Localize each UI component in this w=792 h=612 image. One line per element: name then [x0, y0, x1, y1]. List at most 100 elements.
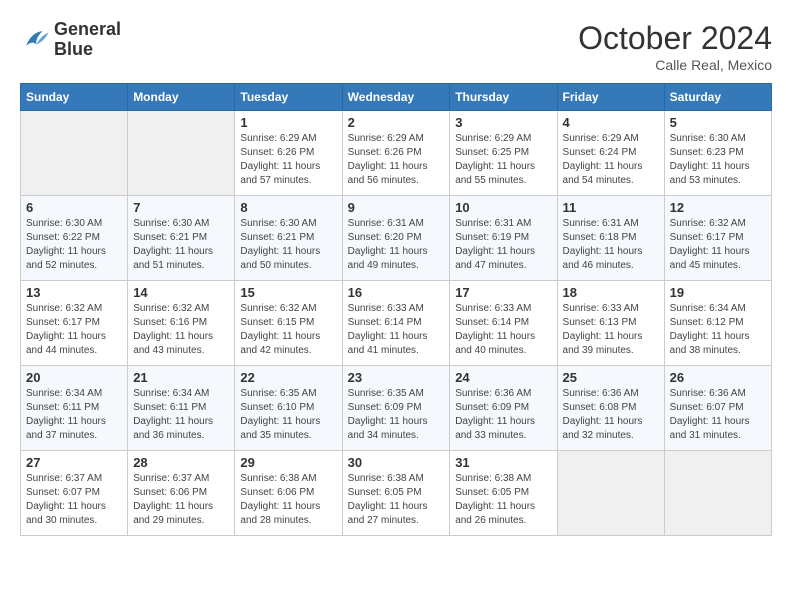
day-info: Sunrise: 6:32 AMSunset: 6:17 PMDaylight:…: [26, 302, 122, 358]
day-number: 26: [670, 370, 766, 385]
day-info: Sunrise: 6:31 AMSunset: 6:19 PMDaylight:…: [455, 217, 551, 273]
day-number: 28: [133, 455, 229, 470]
calendar-cell: 28 Sunrise: 6:37 AMSunset: 6:06 PMDayligh…: [128, 451, 235, 536]
day-info: Sunrise: 6:30 AMSunset: 6:21 PMDaylight:…: [133, 217, 229, 273]
day-number: 20: [26, 370, 122, 385]
weekday-header: Wednesday: [342, 84, 450, 111]
weekday-header: Monday: [128, 84, 235, 111]
calendar-cell: 31Sunrise: 6:38 AMSunset: 6:05 PMDayligh…: [450, 451, 557, 536]
calendar-cell: 5 Sunrise: 6:30 AMSunset: 6:23 PMDaylight…: [664, 111, 771, 196]
calendar-cell: [128, 111, 235, 196]
calendar-cell: 3 Sunrise: 6:29 AMSunset: 6:25 PMDaylight…: [450, 111, 557, 196]
logo-text: General Blue: [54, 20, 121, 60]
day-info: Sunrise: 6:32 AMSunset: 6:15 PMDaylight:…: [240, 302, 336, 358]
day-info: Sunrise: 6:34 AMSunset: 6:11 PMDaylight:…: [26, 387, 122, 443]
day-info: Sunrise: 6:29 AMSunset: 6:24 PMDaylight:…: [563, 132, 659, 188]
calendar-cell: 29 Sunrise: 6:38 AMSunset: 6:06 PMDayligh…: [235, 451, 342, 536]
day-info: Sunrise: 6:36 AMSunset: 6:08 PMDaylight:…: [563, 387, 659, 443]
day-info: Sunrise: 6:29 AMSunset: 6:25 PMDaylight:…: [455, 132, 551, 188]
weekday-header: Friday: [557, 84, 664, 111]
calendar-cell: 27 Sunrise: 6:37 AMSunset: 6:07 PMDayligh…: [21, 451, 128, 536]
day-info: Sunrise: 6:33 AMSunset: 6:14 PMDaylight:…: [455, 302, 551, 358]
calendar-cell: 30 Sunrise: 6:38 AMSunset: 6:05 PMDayligh…: [342, 451, 450, 536]
calendar-cell: [557, 451, 664, 536]
day-number: 14: [133, 285, 229, 300]
weekday-header: Sunday: [21, 84, 128, 111]
title-block: October 2024 Calle Real, Mexico: [578, 20, 772, 73]
calendar-cell: 2Sunrise: 6:29 AMSunset: 6:26 PMDaylight…: [342, 111, 450, 196]
calendar-cell: 18 Sunrise: 6:33 AMSunset: 6:13 PMDayligh…: [557, 281, 664, 366]
day-info: Sunrise: 6:33 AMSunset: 6:13 PMDaylight:…: [563, 302, 659, 358]
day-number: 27: [26, 455, 122, 470]
day-info: Sunrise: 6:31 AMSunset: 6:18 PMDaylight:…: [563, 217, 659, 273]
calendar-cell: 24 Sunrise: 6:36 AMSunset: 6:09 PMDayligh…: [450, 366, 557, 451]
calendar-cell: 12 Sunrise: 6:32 AMSunset: 6:17 PMDayligh…: [664, 196, 771, 281]
logo-line1: General: [54, 20, 121, 40]
day-info: Sunrise: 6:36 AMSunset: 6:07 PMDaylight:…: [670, 387, 766, 443]
weekday-header: Saturday: [664, 84, 771, 111]
logo: General Blue: [20, 20, 121, 60]
day-info: Sunrise: 6:37 AMSunset: 6:06 PMDaylight:…: [133, 472, 229, 528]
location-subtitle: Calle Real, Mexico: [578, 57, 772, 73]
day-info: Sunrise: 6:38 AMSunset: 6:06 PMDaylight:…: [240, 472, 336, 528]
calendar-cell: 25 Sunrise: 6:36 AMSunset: 6:08 PMDayligh…: [557, 366, 664, 451]
day-info: Sunrise: 6:32 AMSunset: 6:17 PMDaylight:…: [670, 217, 766, 273]
calendar-cell: 22 Sunrise: 6:35 AMSunset: 6:10 PMDayligh…: [235, 366, 342, 451]
day-info: Sunrise: 6:31 AMSunset: 6:20 PMDaylight:…: [348, 217, 445, 273]
calendar-table: SundayMondayTuesdayWednesdayThursdayFrid…: [20, 83, 772, 536]
day-info: Sunrise: 6:38 AMSunset: 6:05 PMDaylight:…: [348, 472, 445, 528]
day-info: Sunrise: 6:30 AMSunset: 6:22 PMDaylight:…: [26, 217, 122, 273]
calendar-week-row: 6 Sunrise: 6:30 AMSunset: 6:22 PMDaylight…: [21, 196, 772, 281]
calendar-cell: 11Sunrise: 6:31 AMSunset: 6:18 PMDayligh…: [557, 196, 664, 281]
day-number: 6: [26, 200, 122, 215]
day-info: Sunrise: 6:32 AMSunset: 6:16 PMDaylight:…: [133, 302, 229, 358]
day-number: 10: [455, 200, 551, 215]
day-number: 9: [348, 200, 445, 215]
calendar-cell: 14 Sunrise: 6:32 AMSunset: 6:16 PMDayligh…: [128, 281, 235, 366]
day-info: Sunrise: 6:36 AMSunset: 6:09 PMDaylight:…: [455, 387, 551, 443]
day-info: Sunrise: 6:35 AMSunset: 6:10 PMDaylight:…: [240, 387, 336, 443]
day-number: 25: [563, 370, 659, 385]
day-number: 4: [563, 115, 659, 130]
day-number: 29: [240, 455, 336, 470]
day-number: 30: [348, 455, 445, 470]
day-info: Sunrise: 6:37 AMSunset: 6:07 PMDaylight:…: [26, 472, 122, 528]
calendar-cell: 16Sunrise: 6:33 AMSunset: 6:14 PMDayligh…: [342, 281, 450, 366]
calendar-week-row: 1Sunrise: 6:29 AMSunset: 6:26 PMDaylight…: [21, 111, 772, 196]
calendar-cell: 4 Sunrise: 6:29 AMSunset: 6:24 PMDaylight…: [557, 111, 664, 196]
day-number: 19: [670, 285, 766, 300]
day-info: Sunrise: 6:34 AMSunset: 6:12 PMDaylight:…: [670, 302, 766, 358]
day-number: 31: [455, 455, 551, 470]
day-info: Sunrise: 6:29 AMSunset: 6:26 PMDaylight:…: [348, 132, 445, 188]
day-number: 23: [348, 370, 445, 385]
day-number: 3: [455, 115, 551, 130]
calendar-cell: 17 Sunrise: 6:33 AMSunset: 6:14 PMDayligh…: [450, 281, 557, 366]
day-number: 12: [670, 200, 766, 215]
calendar-cell: 1Sunrise: 6:29 AMSunset: 6:26 PMDaylight…: [235, 111, 342, 196]
calendar-week-row: 20 Sunrise: 6:34 AMSunset: 6:11 PMDayligh…: [21, 366, 772, 451]
calendar-cell: 23 Sunrise: 6:35 AMSunset: 6:09 PMDayligh…: [342, 366, 450, 451]
day-info: Sunrise: 6:34 AMSunset: 6:11 PMDaylight:…: [133, 387, 229, 443]
day-number: 22: [240, 370, 336, 385]
day-number: 24: [455, 370, 551, 385]
day-number: 5: [670, 115, 766, 130]
day-info: Sunrise: 6:30 AMSunset: 6:23 PMDaylight:…: [670, 132, 766, 188]
day-info: Sunrise: 6:30 AMSunset: 6:21 PMDaylight:…: [240, 217, 336, 273]
month-title: October 2024: [578, 20, 772, 57]
calendar-cell: 13 Sunrise: 6:32 AMSunset: 6:17 PMDayligh…: [21, 281, 128, 366]
calendar-cell: 8 Sunrise: 6:30 AMSunset: 6:21 PMDaylight…: [235, 196, 342, 281]
day-number: 21: [133, 370, 229, 385]
day-number: 16: [348, 285, 445, 300]
day-info: Sunrise: 6:35 AMSunset: 6:09 PMDaylight:…: [348, 387, 445, 443]
calendar-cell: 19 Sunrise: 6:34 AMSunset: 6:12 PMDayligh…: [664, 281, 771, 366]
page-header: General Blue October 2024 Calle Real, Me…: [20, 20, 772, 73]
day-number: 7: [133, 200, 229, 215]
calendar-cell: 9 Sunrise: 6:31 AMSunset: 6:20 PMDaylight…: [342, 196, 450, 281]
day-number: 18: [563, 285, 659, 300]
day-number: 13: [26, 285, 122, 300]
day-number: 17: [455, 285, 551, 300]
calendar-cell: 15Sunrise: 6:32 AMSunset: 6:15 PMDayligh…: [235, 281, 342, 366]
calendar-cell: 20 Sunrise: 6:34 AMSunset: 6:11 PMDayligh…: [21, 366, 128, 451]
logo-icon: [20, 25, 50, 55]
day-number: 8: [240, 200, 336, 215]
